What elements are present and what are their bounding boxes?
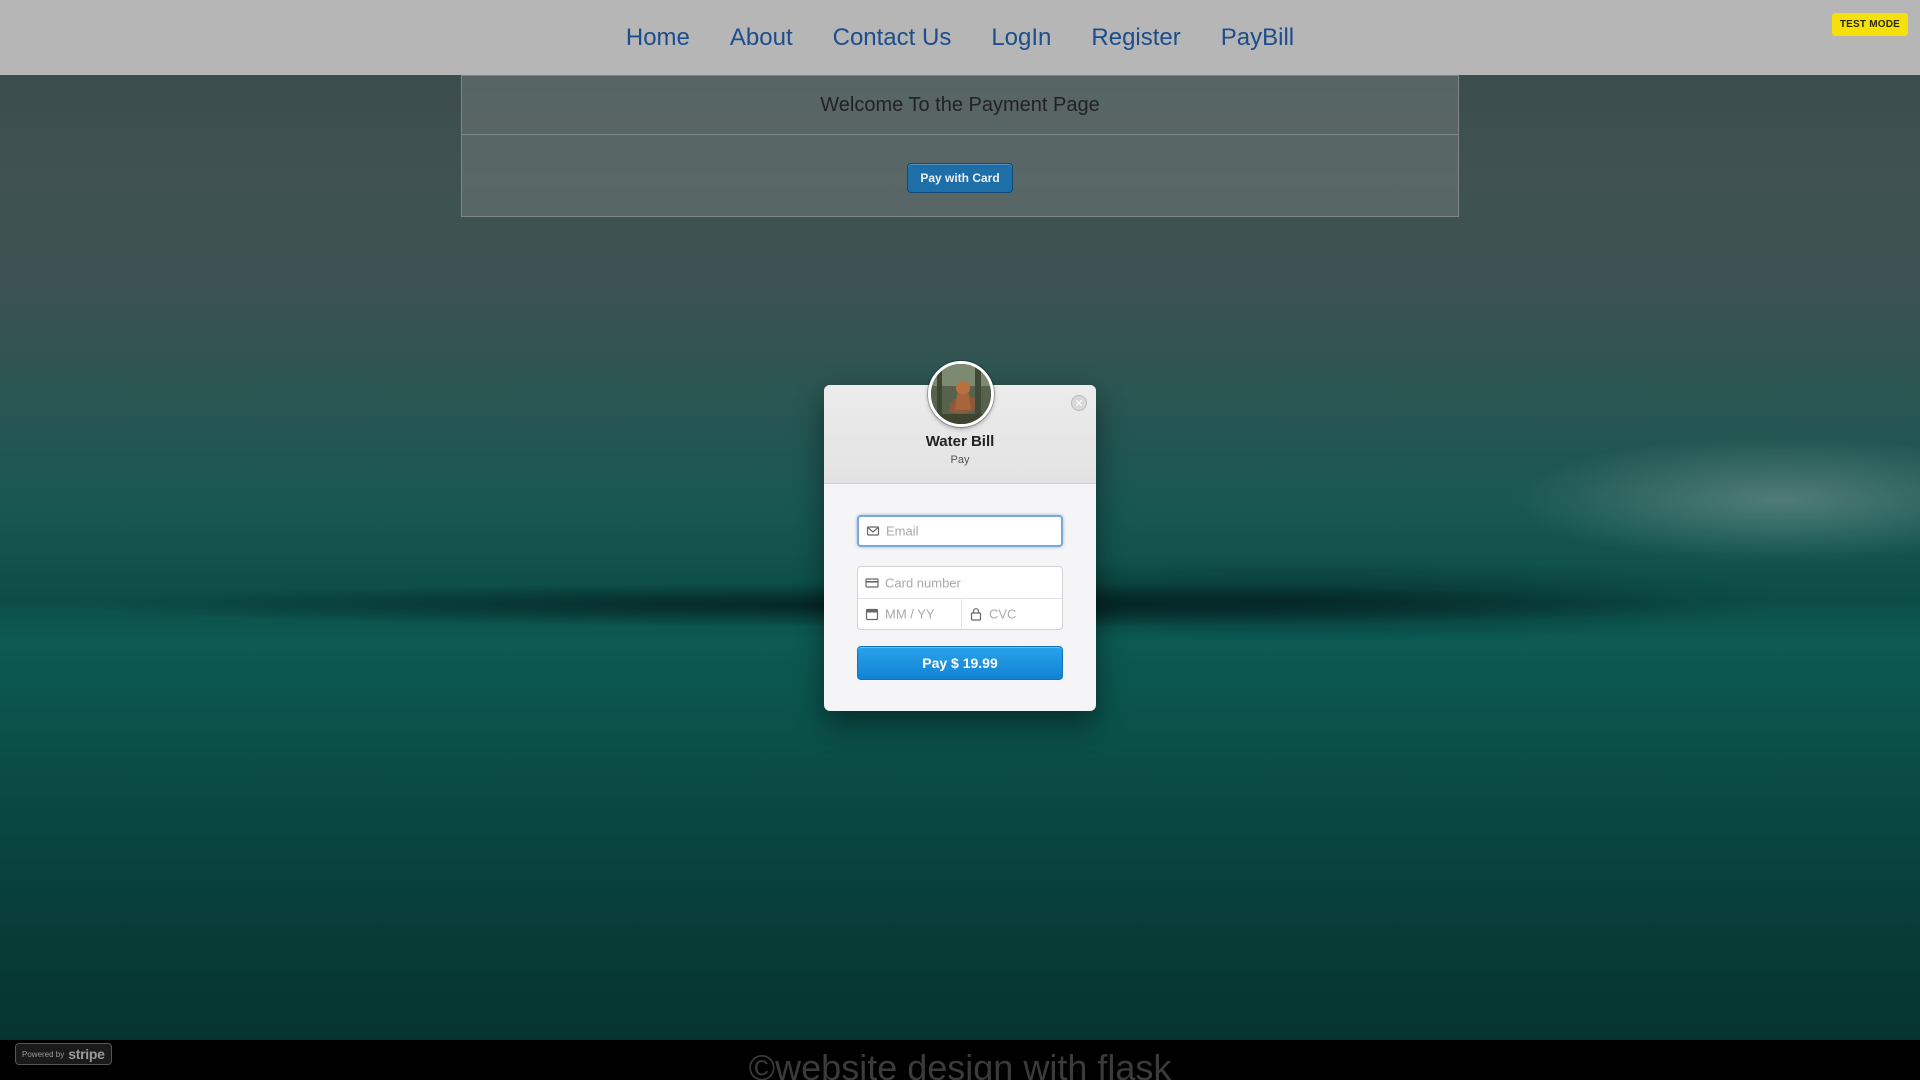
cvc-field[interactable]: CVC — [962, 599, 1062, 629]
top-navbar: Home About Contact Us LogIn Register Pay… — [0, 0, 1920, 75]
cvc-placeholder: CVC — [989, 606, 1017, 622]
card-number-placeholder: Card number — [885, 575, 961, 590]
nav-about[interactable]: About — [730, 24, 793, 52]
payment-panel-title: Welcome To the Payment Page — [462, 76, 1458, 135]
card-details-group: Card number MM / YY CVC — [857, 566, 1063, 630]
merchant-name: Water Bill — [925, 433, 995, 450]
stripe-logo: stripe — [68, 1046, 105, 1062]
test-mode-badge: TEST MODE — [1831, 13, 1908, 36]
nav-register[interactable]: Register — [1091, 24, 1180, 52]
email-placeholder: Email — [886, 523, 919, 539]
powered-by-stripe-badge[interactable]: Powered by stripe — [15, 1043, 112, 1065]
pay-button[interactable]: Pay $ 19.99 — [857, 646, 1063, 680]
email-field[interactable]: Email — [857, 515, 1063, 547]
checkout-header: ✕ Water Bill Pay — [824, 361, 1096, 484]
checkout-description: Pay — [950, 454, 970, 466]
pay-with-card-button[interactable]: Pay with Card — [907, 163, 1013, 193]
calendar-icon — [865, 608, 879, 621]
stripe-checkout-modal: ✕ Water Bill Pay Email Card number MM / … — [824, 361, 1096, 711]
expiry-placeholder: MM / YY — [885, 606, 935, 622]
footer-text: ©website design with flask — [748, 1047, 1172, 1080]
close-icon[interactable]: ✕ — [1071, 395, 1087, 411]
credit-card-icon — [865, 577, 879, 588]
mail-icon — [866, 526, 880, 536]
nav-paybill[interactable]: PayBill — [1221, 24, 1294, 52]
lock-icon — [970, 608, 982, 621]
payment-panel: Welcome To the Payment Page Pay with Car… — [461, 75, 1459, 217]
nav-home[interactable]: Home — [626, 24, 690, 52]
card-number-field[interactable]: Card number — [858, 567, 1062, 599]
page-footer: ©website design with flask — [0, 1040, 1920, 1080]
powered-by-label: Powered by — [22, 1049, 65, 1059]
merchant-avatar — [928, 361, 994, 427]
expiry-field[interactable]: MM / YY — [858, 599, 962, 629]
nav-contact-us[interactable]: Contact Us — [833, 24, 952, 52]
nav-login[interactable]: LogIn — [991, 24, 1051, 52]
